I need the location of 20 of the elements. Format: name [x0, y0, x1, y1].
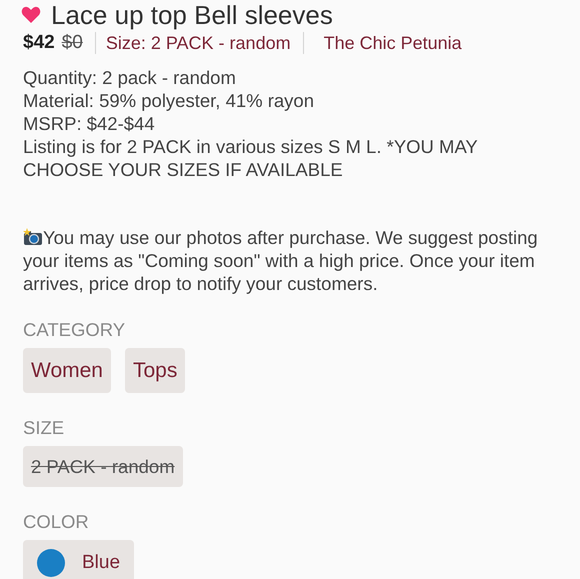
section-heading: COLOR [23, 511, 90, 533]
original-price: $0 [62, 32, 83, 54]
section-heading: CATEGORY [23, 319, 126, 341]
description-line: MSRP: $42-$44 [23, 112, 156, 135]
heart-icon [21, 6, 41, 24]
description-line: Quantity: 2 pack - random [23, 66, 237, 89]
color-label: Blue [82, 552, 120, 574]
description-note: You may use our photos after purchase. We suggest posting your items as "Coming soon" with a high price. Once your item arrives, price drop to notify your customers. [23, 226, 539, 295]
listing-title: Lace up top Bell sleeves [51, 0, 333, 30]
section-heading: SIZE [23, 417, 66, 439]
size-option[interactable]: 2 PACK - random [23, 446, 183, 487]
category-tag[interactable]: Women [23, 348, 111, 393]
description-line: Listing is for 2 PACK in various sizes S M L. *YOU MAY CHOOSE YOUR SIZES IF AVAILABLE [23, 135, 478, 181]
price: $42 [23, 32, 55, 54]
description-line: Material: 59% polyester, 41% rayon [23, 89, 316, 112]
category-tag[interactable]: Tops [124, 348, 186, 393]
camera-icon [23, 228, 43, 246]
seller-link[interactable]: The Chic Petunia [324, 32, 462, 54]
color-option[interactable]: Blue [23, 540, 134, 579]
size-link[interactable]: Size: 2 PACK - random [106, 32, 291, 54]
